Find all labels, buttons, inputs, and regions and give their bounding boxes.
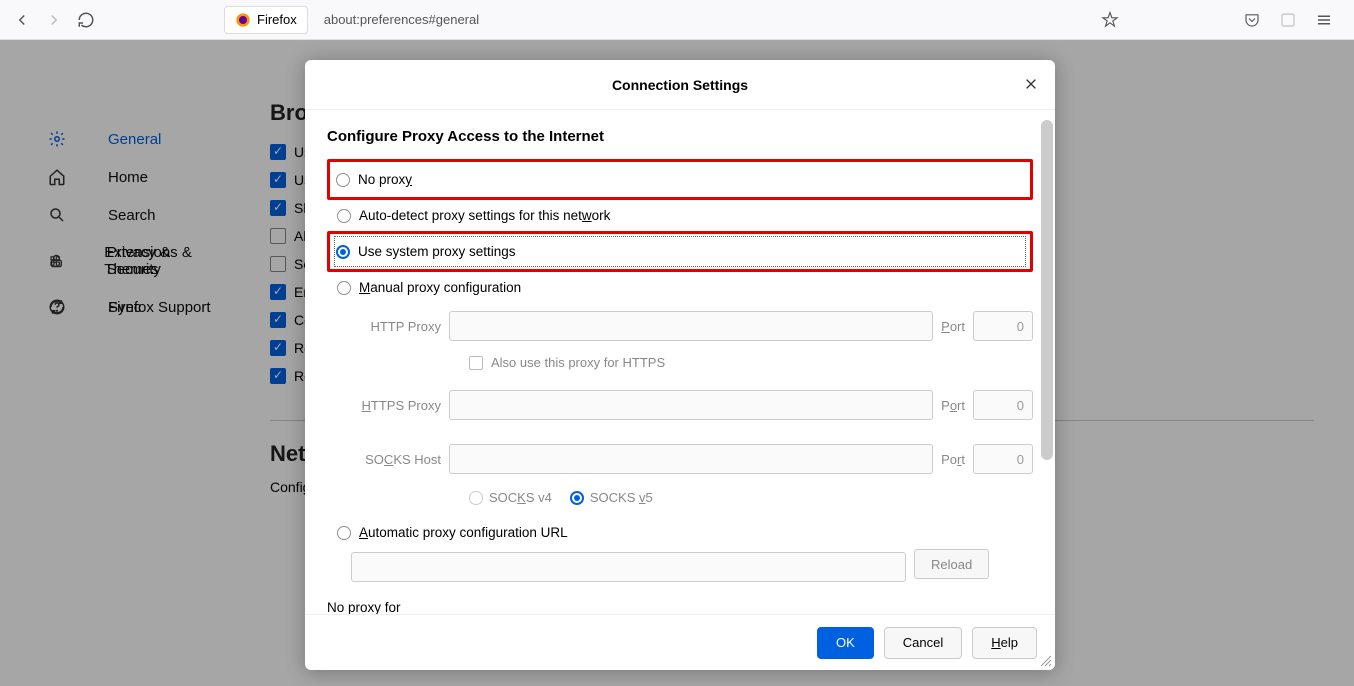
radio-label: SOCKS v4 [489,490,552,505]
close-icon [1024,77,1038,91]
pocket-icon[interactable] [1238,6,1266,34]
dialog-header: Connection Settings [305,60,1055,110]
radio-system-proxy[interactable]: Use system proxy settings [336,238,1024,265]
no-proxy-for-label: No proxy for [327,600,1033,614]
radio-socks5[interactable]: SOCKS v5 [570,490,653,505]
http-port-input[interactable] [973,311,1033,341]
radio-icon [469,491,483,505]
radio-label: Auto-detect proxy settings for this netw… [359,208,610,223]
radio-label: Manual proxy configuration [359,280,521,295]
radio-label: SOCKS v5 [590,490,653,505]
account-icon[interactable] [1274,6,1302,34]
resize-grip-icon[interactable] [1039,654,1053,668]
http-proxy-label: HTTP Proxy [351,319,441,334]
connection-settings-dialog: Connection Settings Configure Proxy Acce… [305,60,1055,670]
radio-auto-config-url[interactable]: Automatic proxy configuration URL [327,519,1033,546]
https-proxy-input[interactable] [449,390,933,420]
dialog-footer: OK Cancel Help [305,614,1055,670]
also-https-label: Also use this proxy for HTTPS [491,355,665,370]
dialog-title: Connection Settings [612,77,748,93]
also-https-row[interactable]: Also use this proxy for HTTPS [469,351,1033,380]
help-button[interactable]: Help [972,627,1037,659]
scrollbar-thumb[interactable] [1041,120,1053,460]
socks-port-input[interactable] [973,444,1033,474]
forward-button[interactable] [40,6,68,34]
ok-button[interactable]: OK [817,627,874,659]
site-identity[interactable]: Firefox [224,6,308,34]
radio-socks4[interactable]: SOCKS v4 [469,490,552,505]
dialog-body: Configure Proxy Access to the Internet N… [305,110,1055,614]
highlight-system-proxy: Use system proxy settings [327,231,1033,272]
radio-manual-proxy[interactable]: Manual proxy configuration [327,274,1033,301]
radio-icon [336,173,350,187]
socks-host-label: SOCKS Host [351,452,441,467]
close-button[interactable] [1019,72,1043,96]
radio-no-proxy[interactable]: No proxy [336,166,1024,193]
url-bar[interactable]: about:preferences#general [316,6,1096,34]
browser-toolbar: Firefox about:preferences#general [0,0,1354,40]
radio-auto-detect[interactable]: Auto-detect proxy settings for this netw… [327,202,1033,229]
reload-button[interactable] [72,6,100,34]
radio-icon [336,245,350,259]
cancel-button[interactable]: Cancel [884,627,962,659]
toolbar-right [1238,6,1346,34]
port-label: Port [941,398,965,413]
radio-label: Use system proxy settings [358,244,516,259]
port-label: Port [941,452,965,467]
section-heading: Configure Proxy Access to the Internet [327,128,1033,145]
socks-host-input[interactable] [449,444,933,474]
checkbox-icon [469,356,483,370]
https-proxy-label: HTTPS Proxy [351,398,441,413]
radio-icon [337,209,351,223]
hamburger-menu-icon[interactable] [1310,6,1338,34]
radio-icon [337,526,351,540]
address-container: Firefox about:preferences#general [224,6,1234,34]
pac-url-input[interactable] [351,552,906,582]
port-label: Port [941,319,965,334]
reload-pac-button[interactable]: Reload [914,549,989,579]
radio-label: No proxy [358,172,412,187]
http-proxy-input[interactable] [449,311,933,341]
radio-label: Automatic proxy configuration URL [359,525,568,540]
firefox-icon [235,12,251,28]
back-button[interactable] [8,6,36,34]
radio-icon [337,281,351,295]
url-text: about:preferences#general [324,12,479,27]
socks-version-row: SOCKS v4 SOCKS v5 [469,484,1033,511]
manual-proxy-grid: HTTP Proxy Port Also use this proxy for … [351,311,1033,511]
bookmark-star-icon[interactable] [1096,6,1124,34]
radio-icon [570,491,584,505]
highlight-no-proxy: No proxy [327,159,1033,200]
identity-label: Firefox [257,12,297,27]
https-port-input[interactable] [973,390,1033,420]
